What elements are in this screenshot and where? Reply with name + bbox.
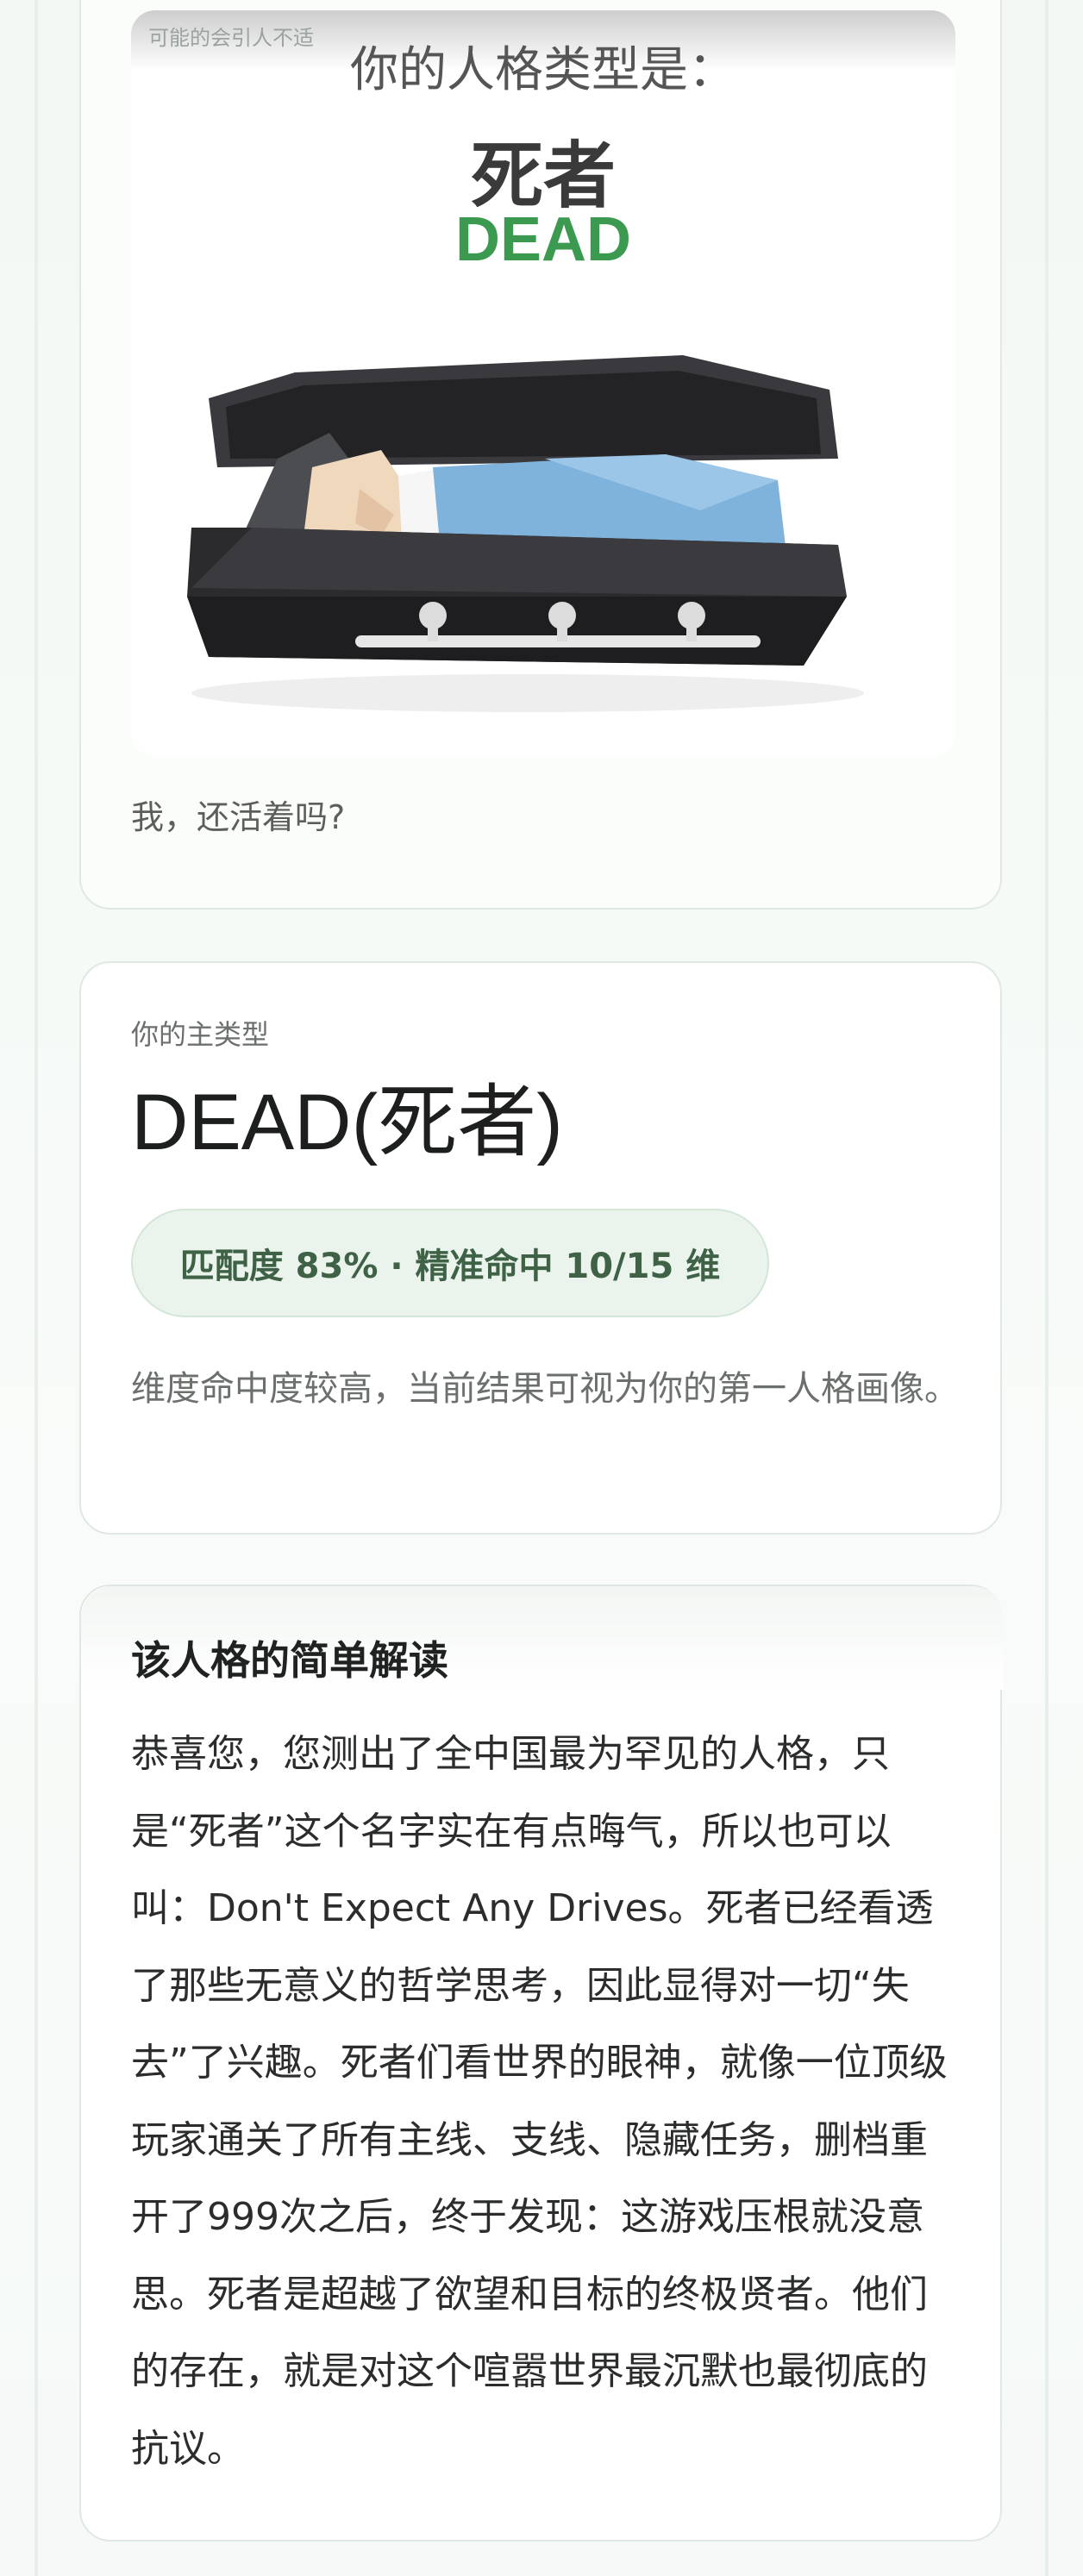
main-type-label: 你的主类型	[131, 1018, 270, 1051]
coffin-illustration	[187, 355, 864, 712]
right-rail	[1045, 0, 1049, 2576]
result-name-en: DEAD	[454, 205, 631, 274]
result-heading: 你的人格类型是：	[350, 42, 736, 98]
interpretation-body: 恭喜您，您测出了全中国最为罕见的人格，只是“死者”这个名字实在有点晦气，所以也可…	[131, 1732, 948, 2471]
interpretation-card: 该人格的简单解读 恭喜您，您测出了全中国最为罕见的人格，只是“死者”这个名字实在…	[79, 1585, 1004, 2542]
page: 可能的会引人不适 你的人格类型是： 死者 DEAD 我，还活着吗? 你的主类型 …	[0, 0, 1083, 2576]
main-type-description: 维度命中度较高，当前结果可视为你的第一人格画像。	[131, 1369, 959, 1409]
result-caption: 我，还活着吗?	[131, 798, 346, 836]
result-hero-card: 可能的会引人不适 你的人格类型是： 死者 DEAD 我，还活着吗?	[79, 0, 1002, 910]
result-image: 可能的会引人不适 你的人格类型是： 死者 DEAD	[131, 10, 955, 756]
main-type-card: 你的主类型 DEAD(死者) 匹配度 83% · 精准命中 10/15 维 维度…	[79, 961, 1002, 1535]
interpretation-title: 该人格的简单解读	[131, 1637, 448, 1684]
left-rail	[34, 0, 38, 2576]
match-score-badge: 匹配度 83% · 精准命中 10/15 维	[131, 1209, 769, 1317]
main-type-title: DEAD(死者)	[131, 1079, 563, 1166]
